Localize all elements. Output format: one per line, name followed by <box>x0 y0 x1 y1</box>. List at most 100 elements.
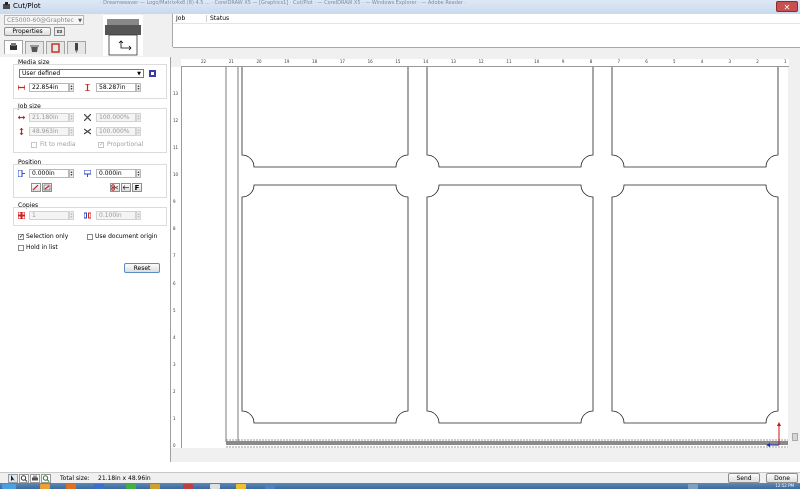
tab-plotter[interactable] <box>4 40 23 54</box>
selection-only-checkbox[interactable]: ✓ <box>18 234 24 240</box>
ruler-tick-label: 13 <box>450 59 456 64</box>
taskbar-item[interactable] <box>265 484 275 489</box>
plot-preview-canvas[interactable] <box>182 67 788 449</box>
zoom-fit-button[interactable] <box>41 474 51 483</box>
tray-icon[interactable] <box>688 484 698 489</box>
bucket-icon <box>30 45 39 52</box>
ruler-tick-label: 7 <box>617 59 620 64</box>
position-x-field[interactable]: 0.000in <box>29 169 69 178</box>
background-window-titles: · Dreamweaver — Logo/Matrix4x8 (8) 4.5 .… <box>100 0 467 6</box>
ruler-tick-label: 3 <box>173 361 176 367</box>
media-width-field[interactable]: 22.854in <box>29 83 69 92</box>
vertical-scrollbar[interactable] <box>790 67 800 449</box>
tab-frame[interactable] <box>46 41 65 54</box>
job-height-field[interactable]: 48.963in <box>29 127 69 136</box>
cut-plot-window: Cut/Plot · Dreamweaver — Logo/Matrix4x8 … <box>0 0 800 489</box>
job-width-spinner[interactable]: ▴ ▾ <box>69 113 74 122</box>
scale-x-field[interactable]: 100.000% <box>96 113 136 122</box>
device-settings-button[interactable] <box>54 27 65 36</box>
taskbar-item[interactable] <box>210 484 220 489</box>
taskbar-item[interactable] <box>40 484 50 489</box>
ruler-tick-label: 20 <box>256 59 262 64</box>
taskbar-item[interactable] <box>150 484 160 489</box>
reverse-button[interactable] <box>121 183 131 192</box>
copies-field[interactable]: 1 <box>29 211 69 220</box>
left-ruler: 13 12 11 10 9 8 7 6 5 4 3 2 1 0 <box>171 67 182 449</box>
ruler-tick-label: 1 <box>784 59 787 64</box>
device-select[interactable]: CE5000-60@Graphtec USB ▼ <box>4 15 84 34</box>
media-bottom-edge <box>226 441 788 445</box>
weed-border-button[interactable] <box>110 183 120 192</box>
scale-y-spinner[interactable]: ▴ ▾ <box>136 127 141 136</box>
media-height-field[interactable]: 58.287in <box>96 83 136 92</box>
chevron-down-icon: ▼ <box>137 71 141 77</box>
job-list-splitter[interactable] <box>173 47 800 54</box>
zoom-tool-button[interactable] <box>19 474 29 483</box>
job-list[interactable]: Job Status <box>172 14 800 54</box>
vertical-scroll-thumb[interactable] <box>792 433 798 441</box>
fit-to-media-checkbox[interactable] <box>31 142 37 148</box>
wrench-icon <box>57 30 62 33</box>
ruler-tick-label: 17 <box>339 59 345 64</box>
tab-blade[interactable] <box>67 41 86 54</box>
job-width-field[interactable]: 21.180in <box>29 113 69 122</box>
ruler-tick-label: 6 <box>645 59 648 64</box>
move-origin-button[interactable] <box>31 183 41 192</box>
printer-icon <box>32 475 38 481</box>
reset-button[interactable]: Reset <box>124 263 160 273</box>
flip-button[interactable]: F <box>132 183 142 192</box>
select-tool-button[interactable] <box>8 474 18 483</box>
taskbar-item[interactable] <box>236 484 246 489</box>
media-size-select[interactable]: User defined ▼ <box>19 69 144 78</box>
media-height-spinner[interactable]: ▴ ▾ <box>136 83 141 92</box>
media-preset-icon[interactable] <box>149 70 156 77</box>
ruler-tick-label: 11 <box>506 59 512 64</box>
position-y-spinner[interactable]: ▴ ▾ <box>136 169 141 178</box>
media-width-icon <box>18 85 25 90</box>
ruler-tick-label: 14 <box>423 59 429 64</box>
job-list-header: Job Status <box>173 14 800 24</box>
properties-button[interactable]: Properties <box>4 27 51 36</box>
start-button[interactable] <box>2 484 16 489</box>
job-column-header[interactable]: Job <box>176 15 185 22</box>
scale-x-spinner[interactable]: ▴ ▾ <box>136 113 141 122</box>
tab-fill[interactable] <box>25 41 44 54</box>
taskbar-item[interactable] <box>126 484 136 489</box>
taskbar-item[interactable] <box>94 484 104 489</box>
done-button[interactable]: Done <box>766 473 798 483</box>
chevron-down-icon: ▼ <box>78 18 82 24</box>
ruler-tick-label: 13 <box>173 91 179 96</box>
app-icon <box>3 2 10 9</box>
scale-y-field[interactable]: 100.000% <box>96 127 136 136</box>
print-preview-button[interactable] <box>30 474 40 483</box>
media-width-spinner[interactable]: ▴ ▾ <box>69 83 74 92</box>
copy-spacing-spinner[interactable]: ▴ ▾ <box>136 211 141 220</box>
ruler-tick-label: 19 <box>284 59 290 64</box>
position-x-spinner[interactable]: ▴ ▾ <box>69 169 74 178</box>
close-button[interactable]: ✕ <box>776 1 798 12</box>
position-y-field[interactable]: 0.000in <box>96 169 136 178</box>
ruler-tick-label: 9 <box>173 199 176 205</box>
job-height-spinner[interactable]: ▴ ▾ <box>69 127 74 136</box>
copy-spacing-field[interactable]: 0.100in <box>96 211 136 220</box>
os-taskbar: 12:52 PM <box>0 483 800 489</box>
ruler-tick-label: 3 <box>728 59 732 64</box>
reverse-arrows-icon <box>122 185 129 190</box>
job-size-group: 21.180in ▴ ▾ 100.000% ▴ ▾ 48.963in ▴ ▾ 100.… <box>13 108 167 153</box>
zoom-icon <box>20 475 28 482</box>
taskbar-item[interactable] <box>183 484 193 489</box>
taskbar-item[interactable] <box>66 484 76 489</box>
copies-spinner[interactable]: ▴ ▾ <box>69 211 74 220</box>
status-column-header[interactable]: Status <box>206 15 229 22</box>
ruler-tick-label: 16 <box>367 59 373 64</box>
ruler-tick-label: 12 <box>173 118 179 124</box>
send-button[interactable]: Send <box>728 473 760 483</box>
arrow-origin-icon <box>32 184 39 191</box>
use-document-origin-checkbox[interactable] <box>87 234 93 240</box>
center-job-button[interactable] <box>42 183 52 192</box>
plotter-preview-image <box>103 15 143 56</box>
hold-in-list-checkbox[interactable] <box>18 245 24 251</box>
proportional-checkbox[interactable]: ✓ <box>98 142 104 148</box>
taskbar-clock: 12:52 PM <box>775 483 794 488</box>
preview-footer <box>171 448 800 462</box>
